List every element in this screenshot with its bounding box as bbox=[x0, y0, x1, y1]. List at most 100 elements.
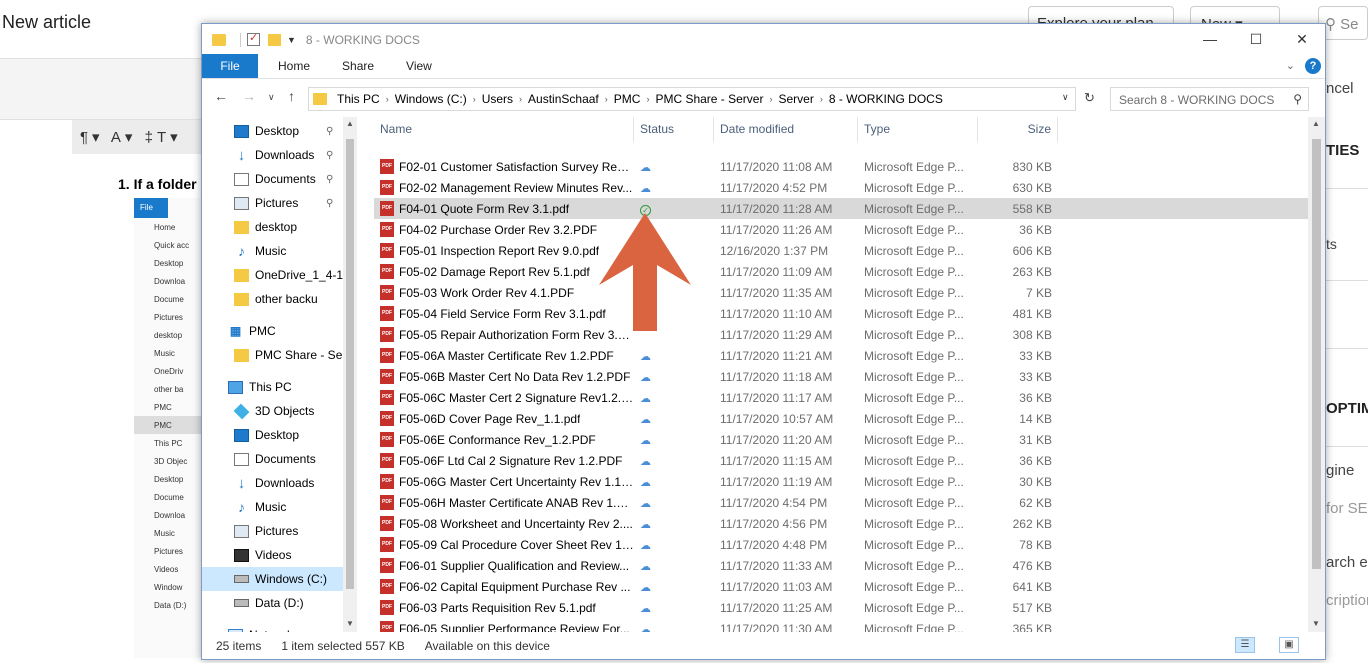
file-size: 481 KB bbox=[1012, 306, 1052, 321]
chevron-right-icon[interactable]: › bbox=[605, 94, 608, 104]
expand-ribbon-icon[interactable]: ⌄ bbox=[1286, 59, 1295, 72]
file-row[interactable]: PDF F02-01 Customer Satisfaction Survey R… bbox=[374, 156, 1309, 177]
file-row[interactable]: PDF F05-05 Repair Authorization Form Rev … bbox=[374, 324, 1309, 345]
file-row[interactable]: PDF F05-06D Cover Page Rev_1.1.pdf ☁ 11/17/… bbox=[374, 408, 1309, 429]
sidebar-item[interactable]: ▦ PMC bbox=[202, 319, 357, 343]
close-button[interactable]: ✕ bbox=[1279, 24, 1325, 54]
file-row[interactable]: PDF F06-03 Parts Requisition Rev 5.1.pdf ☁… bbox=[374, 597, 1309, 618]
sidebar-item[interactable]: ♪ Music bbox=[202, 239, 357, 263]
sidebar-item[interactable]: ♪ Music bbox=[202, 495, 357, 519]
breadcrumb-item[interactable]: AustinSchaaf bbox=[528, 92, 599, 106]
pin-icon[interactable]: ⚲ bbox=[326, 198, 333, 209]
sidebar-item[interactable]: PMC Share - Ser bbox=[202, 343, 357, 367]
sidebar-item[interactable]: Documents bbox=[202, 447, 357, 471]
file-status: ☁ bbox=[634, 160, 714, 174]
help-button[interactable]: ? bbox=[1305, 58, 1321, 74]
properties-icon[interactable] bbox=[247, 31, 260, 46]
large-icons-view-icon[interactable]: ▣ bbox=[1279, 637, 1299, 653]
column-name[interactable]: Name bbox=[374, 117, 634, 142]
chevron-right-icon[interactable]: › bbox=[646, 94, 649, 104]
file-row[interactable]: PDF F05-09 Cal Procedure Cover Sheet Rev … bbox=[374, 534, 1309, 555]
maximize-button[interactable]: ☐ bbox=[1233, 24, 1279, 54]
breadcrumb-item[interactable]: Users bbox=[482, 92, 513, 106]
tab-file[interactable]: File bbox=[202, 54, 258, 78]
quick-access-dropdown-icon[interactable]: ▼ bbox=[287, 35, 296, 45]
column-type[interactable]: Type bbox=[858, 117, 978, 142]
back-arrow-icon[interactable]: ← bbox=[214, 88, 228, 104]
sidebar-item[interactable]: Pictures ⚲ bbox=[202, 191, 357, 215]
pin-icon[interactable]: ⚲ bbox=[326, 126, 333, 137]
minimize-button[interactable]: — bbox=[1187, 24, 1233, 54]
chevron-right-icon[interactable]: › bbox=[820, 94, 823, 104]
sidebar-item[interactable]: Data (D:) bbox=[202, 591, 357, 615]
file-row[interactable]: PDF F04-01 Quote Form Rev 3.1.pdf ✓ 11/17/2… bbox=[374, 198, 1309, 219]
breadcrumb-item[interactable]: PMC bbox=[614, 92, 641, 106]
recent-locations-icon[interactable]: ∨ bbox=[268, 92, 275, 103]
sidebar-item[interactable]: Desktop bbox=[202, 423, 357, 447]
nav-scrollbar[interactable]: ▲ ▼ bbox=[343, 117, 357, 632]
new-folder-icon[interactable] bbox=[268, 33, 281, 46]
file-row[interactable]: PDF F04-02 Purchase Order Rev 3.2.PDF 11/1… bbox=[374, 219, 1309, 240]
tab-view[interactable]: View bbox=[390, 54, 448, 78]
cancel-text[interactable]: ncel bbox=[1326, 80, 1354, 97]
format-tools[interactable]: ¶▾ A▾ ‡T▾ bbox=[72, 120, 204, 154]
details-view-icon[interactable]: ☰ bbox=[1235, 637, 1255, 653]
file-row[interactable]: PDF F05-01 Inspection Report Rev 9.0.pdf 1… bbox=[374, 240, 1309, 261]
sidebar-item[interactable]: 3D Objects bbox=[202, 399, 357, 423]
sidebar-item[interactable]: Windows (C:) bbox=[202, 567, 357, 591]
file-row[interactable]: PDF F05-06B Master Cert No Data Rev 1.2.P… bbox=[374, 366, 1309, 387]
file-row[interactable]: PDF F06-05 Supplier Performance Review Fo… bbox=[374, 618, 1309, 632]
breadcrumb-item[interactable]: This PC bbox=[337, 92, 380, 106]
column-status[interactable]: Status bbox=[634, 117, 714, 142]
file-row[interactable]: PDF F05-04 Field Service Form Rev 3.1.pdf… bbox=[374, 303, 1309, 324]
breadcrumb-item[interactable]: 8 - WORKING DOCS bbox=[829, 92, 943, 106]
file-row[interactable]: PDF F05-02 Damage Report Rev 5.1.pdf 11/17… bbox=[374, 261, 1309, 282]
address-dropdown-icon[interactable]: ∨ bbox=[1062, 92, 1069, 103]
breadcrumb-item[interactable]: PMC Share - Server bbox=[655, 92, 763, 106]
sidebar-item[interactable]: ↓ Downloads ⚲ bbox=[202, 143, 357, 167]
file-row[interactable]: PDF F02-02 Management Review Minutes Rev.… bbox=[374, 177, 1309, 198]
file-row[interactable]: PDF F05-03 Work Order Rev 4.1.PDF 11/17/20… bbox=[374, 282, 1309, 303]
tab-share[interactable]: Share bbox=[326, 54, 390, 78]
sidebar-item[interactable]: OneDrive_1_4-10 bbox=[202, 263, 357, 287]
breadcrumb-item[interactable]: Server bbox=[778, 92, 813, 106]
file-row[interactable]: PDF F05-06H Master Certificate ANAB Rev 1… bbox=[374, 492, 1309, 513]
file-row[interactable]: PDF F05-06C Master Cert 2 Signature Rev1.… bbox=[374, 387, 1309, 408]
sidebar-item[interactable]: Desktop ⚲ bbox=[202, 119, 357, 143]
file-row[interactable]: PDF F06-01 Supplier Qualification and Rev… bbox=[374, 555, 1309, 576]
sidebar-item[interactable]: Videos bbox=[202, 543, 357, 567]
file-row[interactable]: PDF F05-06G Master Cert Uncertainty Rev 1… bbox=[374, 471, 1309, 492]
forward-arrow-icon[interactable]: → bbox=[242, 88, 256, 104]
sidebar-item[interactable]: ↓ Downloads bbox=[202, 471, 357, 495]
chevron-right-icon[interactable]: › bbox=[473, 94, 476, 104]
chevron-right-icon[interactable]: › bbox=[769, 94, 772, 104]
pin-icon[interactable]: ⚲ bbox=[326, 174, 333, 185]
desktop-icon bbox=[234, 124, 249, 138]
address-bar[interactable]: This PC › Windows (C:) › Users › AustinSchaaf ›… bbox=[308, 87, 1076, 111]
column-date-modified[interactable]: Date modified bbox=[714, 117, 858, 142]
search-desc-label: arch e bbox=[1326, 554, 1368, 571]
file-row[interactable]: PDF F06-02 Capital Equipment Purchase Rev… bbox=[374, 576, 1309, 597]
up-arrow-icon[interactable]: ↑ bbox=[288, 88, 295, 104]
search-input[interactable]: Search 8 - WORKING DOCS ⚲ bbox=[1110, 87, 1309, 111]
cloud-icon: ☁ bbox=[640, 182, 651, 195]
column-size[interactable]: Size bbox=[978, 117, 1058, 142]
file-row[interactable]: PDF F05-06E Conformance Rev_1.2.PDF ☁ 11/17… bbox=[374, 429, 1309, 450]
file-row[interactable]: PDF F05-08 Worksheet and Uncertainty Rev … bbox=[374, 513, 1309, 534]
chevron-right-icon[interactable]: › bbox=[386, 94, 389, 104]
pin-icon[interactable]: ⚲ bbox=[326, 150, 333, 161]
sidebar-item[interactable]: desktop bbox=[202, 215, 357, 239]
breadcrumb-item[interactable]: Windows (C:) bbox=[395, 92, 467, 106]
sidebar-item[interactable]: other backu bbox=[202, 287, 357, 311]
tab-home[interactable]: Home bbox=[258, 54, 326, 78]
sidebar-item[interactable]: This PC bbox=[202, 375, 357, 399]
sidebar-item[interactable]: Network bbox=[202, 623, 357, 632]
sidebar-item[interactable]: Documents ⚲ bbox=[202, 167, 357, 191]
file-list-scrollbar[interactable]: ▲ ▼ bbox=[1308, 117, 1325, 632]
chevron-right-icon[interactable]: › bbox=[519, 94, 522, 104]
file-row[interactable]: PDF F05-06F Ltd Cal 2 Signature Rev 1.2.P… bbox=[374, 450, 1309, 471]
refresh-icon[interactable]: ↻ bbox=[1084, 90, 1095, 106]
sidebar-item[interactable]: Pictures bbox=[202, 519, 357, 543]
navigation-bar: ← → ∨ ↑ This PC › Windows (C:) › Users › Austi… bbox=[202, 79, 1325, 117]
file-row[interactable]: PDF F05-06A Master Certificate Rev 1.2.PD… bbox=[374, 345, 1309, 366]
